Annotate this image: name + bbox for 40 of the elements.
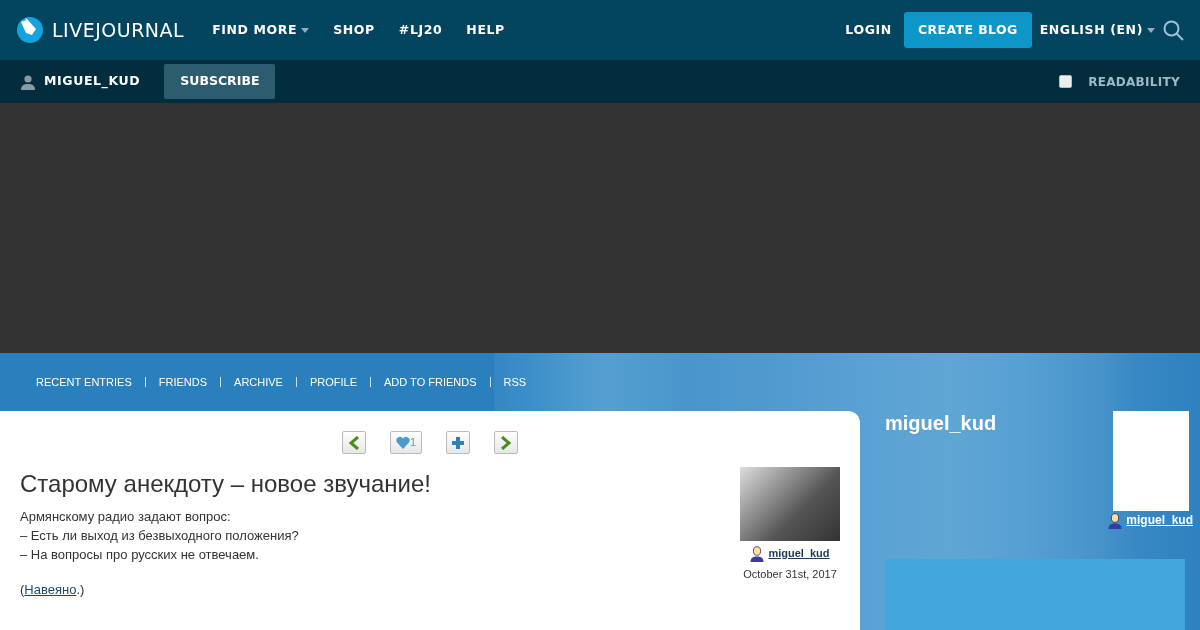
next-entry-button[interactable] (494, 431, 518, 454)
plus-icon (451, 435, 465, 450)
journal-nav-link[interactable]: PROFILE (295, 377, 371, 387)
source-note: (Навеяно.) (20, 580, 86, 599)
user-icon (750, 545, 765, 562)
previous-entry-button[interactable] (342, 431, 366, 454)
username-link[interactable]: MIGUEL_KUD (20, 72, 141, 91)
entry-title: Старому анекдоту – новое звучание! (20, 470, 432, 499)
journal-nav-link[interactable]: RECENT ENTRIES (36, 377, 145, 387)
readability-toggle[interactable]: READABILITY (1059, 72, 1180, 91)
logo-icon (16, 16, 44, 44)
nav-link[interactable]: SHOP (333, 20, 375, 40)
subscribe-button[interactable]: SUBSCRIBE (164, 64, 276, 99)
author-link[interactable]: miguel_kud (750, 545, 830, 562)
journal-title: miguel_kud (885, 411, 997, 436)
journal-nav-link[interactable]: ARCHIVE (220, 377, 296, 387)
readability-checkbox[interactable] (1059, 75, 1073, 88)
entry-date: October 31st, 2017 (743, 566, 837, 582)
heart-icon (395, 436, 410, 449)
user-icon (1108, 513, 1123, 529)
search-icon[interactable] (1163, 19, 1184, 41)
journal-nav-link[interactable]: RSS (489, 377, 540, 387)
entry-text-line: – На вопросы про русских не отвечаем. (20, 545, 260, 564)
source-link[interactable]: Навеяно (24, 581, 77, 597)
entry-text-line: Армянскому радио задают вопрос: (20, 507, 232, 526)
journal-nav-link[interactable]: ADD TO FRIENDS (370, 377, 490, 387)
journal-nav-link[interactable]: FRIENDS (144, 377, 221, 387)
nav-link[interactable]: HELP (466, 20, 505, 40)
entry-text-line: – Есть ли выход из безвыходного положения? (20, 526, 300, 545)
chevron-left-icon (348, 435, 360, 450)
language-selector[interactable]: ENGLISH (EN) (1039, 20, 1155, 40)
user-icon (20, 73, 36, 90)
login-link[interactable]: LOGIN (845, 20, 892, 40)
nav-link[interactable]: #LJ20 (398, 20, 443, 40)
nav-link[interactable]: FIND MORE (212, 20, 310, 40)
caret-icon (1147, 27, 1155, 33)
journal-user-link[interactable]: miguel_kud (1108, 511, 1193, 529)
logo-text[interactable]: LIVEJOURNAL (52, 15, 185, 45)
chevron-right-icon (500, 435, 512, 450)
add-memory-button[interactable] (446, 431, 470, 454)
